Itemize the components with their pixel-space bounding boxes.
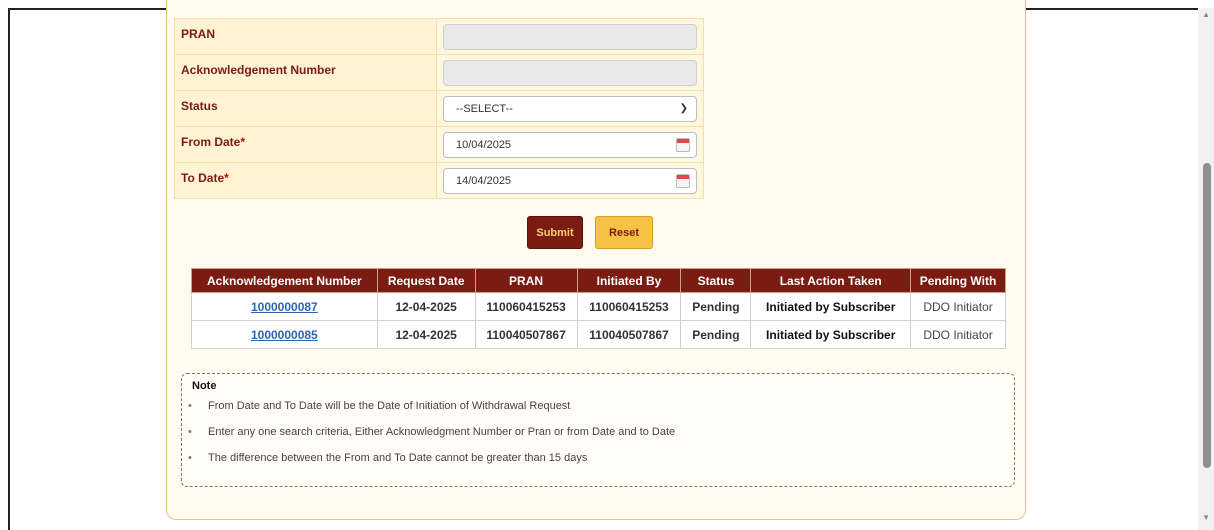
submit-button[interactable]: Submit <box>527 216 583 249</box>
table-header-row: Acknowledgement Number Request Date PRAN… <box>191 268 1006 293</box>
note-list: From Date and To Date will be the Date o… <box>188 400 1002 464</box>
status-cell: Pending <box>680 320 752 349</box>
results-table: Acknowledgement Number Request Date PRAN… <box>191 268 1006 349</box>
table-row: 1000000085 12-04-2025 110040507867 11004… <box>191 320 1006 349</box>
table-cell: 110040507867 <box>474 320 578 349</box>
from-date-label: From Date <box>181 135 241 149</box>
table-cell: 12-04-2025 <box>376 292 476 321</box>
to-date-value: 14/04/2025 <box>456 174 512 187</box>
form-row-status: Status --SELECT-- ❯ <box>174 90 704 127</box>
to-date-label: To Date <box>181 171 225 185</box>
ack-number-label: Acknowledgement Number <box>174 54 437 91</box>
column-header: Last Action Taken <box>750 268 912 293</box>
form-row-ack: Acknowledgement Number <box>174 54 704 91</box>
ack-number-link[interactable]: 1000000087 <box>251 300 318 314</box>
table-cell: 110060415253 <box>576 292 682 321</box>
table-cell: 110060415253 <box>474 292 578 321</box>
form-row-to-date: To Date* 14/04/2025 <box>174 162 704 199</box>
calendar-icon[interactable] <box>676 173 690 188</box>
calendar-icon[interactable] <box>676 137 690 152</box>
required-mark: * <box>224 171 229 185</box>
column-header: Initiated By <box>576 268 682 293</box>
table-cell: DDO Initiator <box>910 292 1006 321</box>
note-box: Note From Date and To Date will be the D… <box>181 373 1015 487</box>
form-row-pran: PRAN <box>174 18 704 55</box>
table-cell: Initiated by Subscriber <box>750 292 912 321</box>
to-date-input[interactable]: 14/04/2025 <box>443 167 697 194</box>
status-cell: Pending <box>680 292 752 321</box>
from-date-input[interactable]: 10/04/2025 <box>443 131 697 158</box>
status-label: Status <box>174 90 437 127</box>
list-item: Enter any one search criteria, Either Ac… <box>188 426 1002 438</box>
note-title: Note <box>192 380 217 392</box>
status-select[interactable]: --SELECT-- ❯ <box>443 95 697 122</box>
scroll-up-icon[interactable]: ▲ <box>1202 10 1210 19</box>
list-item: From Date and To Date will be the Date o… <box>188 400 1002 412</box>
list-item: The difference between the From and To D… <box>188 452 1002 464</box>
pran-input[interactable] <box>443 23 697 50</box>
status-select-value: --SELECT-- <box>456 102 513 115</box>
column-header: PRAN <box>474 268 578 293</box>
ack-number-link[interactable]: 1000000085 <box>251 328 318 342</box>
required-mark: * <box>240 135 246 149</box>
table-row: 1000000087 12-04-2025 110060415253 11006… <box>191 292 1006 321</box>
scroll-down-icon[interactable]: ▼ <box>1202 513 1210 522</box>
table-cell: Initiated by Subscriber <box>750 320 912 349</box>
table-cell: DDO Initiator <box>910 320 1006 349</box>
ack-number-input[interactable] <box>443 59 697 86</box>
reset-button[interactable]: Reset <box>595 216 653 249</box>
form-row-from-date: From Date* 10/04/2025 <box>174 126 704 163</box>
column-header: Status <box>680 268 752 293</box>
column-header: Request Date <box>376 268 476 293</box>
table-cell: 110040507867 <box>576 320 682 349</box>
column-header: Acknowledgement Number <box>191 268 378 293</box>
table-cell: 12-04-2025 <box>376 320 476 349</box>
pran-label: PRAN <box>174 18 437 55</box>
chevron-down-icon: ❯ <box>679 103 688 114</box>
scrollbar-thumb[interactable] <box>1203 163 1211 468</box>
from-date-value: 10/04/2025 <box>456 138 512 151</box>
search-form: PRAN Acknowledgement Number Status --SEL… <box>174 18 704 199</box>
column-header: Pending With <box>910 268 1006 293</box>
